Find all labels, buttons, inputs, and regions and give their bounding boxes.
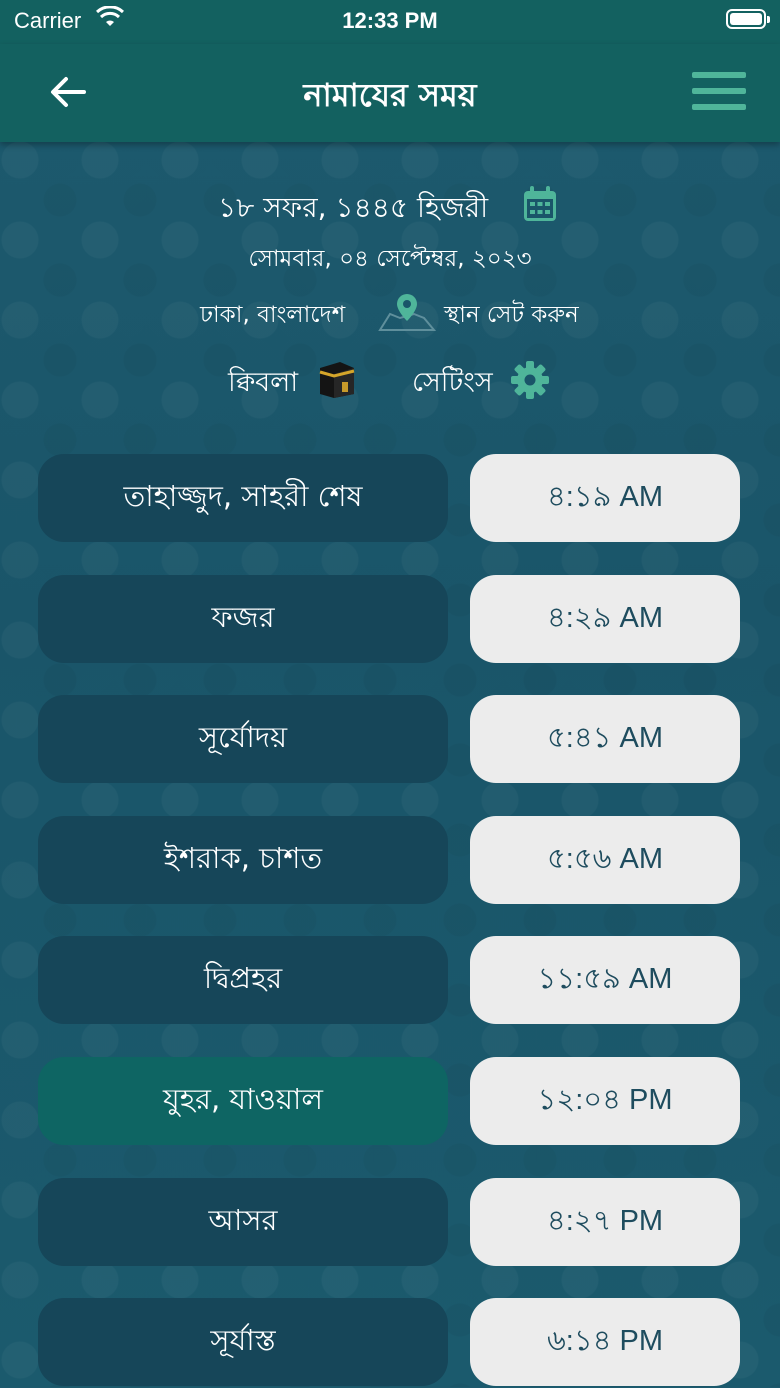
- prayer-row: আসর ৪:২৭ PM: [0, 1178, 780, 1268]
- map-pin-icon[interactable]: [378, 290, 437, 336]
- kaaba-icon[interactable]: [316, 358, 358, 404]
- prayer-row: ইশরাক, চাশত ৫:৫৬ AM: [0, 816, 780, 906]
- prayer-name[interactable]: ইশরাক, চাশত: [38, 816, 448, 904]
- prayer-time[interactable]: ১২:০৪ PM: [470, 1057, 740, 1145]
- set-location-button[interactable]: স্থান সেট করুন: [444, 296, 579, 335]
- prayer-name[interactable]: যুহর, যাওয়াল: [38, 1057, 448, 1145]
- gear-icon[interactable]: [510, 360, 550, 404]
- prayer-row: তাহাজ্জুদ, সাহরী শেষ ৪:১৯ AM: [0, 454, 780, 544]
- battery-icon: [726, 9, 770, 29]
- settings-button[interactable]: সেটিংস: [412, 362, 493, 407]
- prayer-row: দ্বিপ্রহর ১১:৫৯ AM: [0, 936, 780, 1026]
- nav-bar: নামাযের সময়: [0, 44, 780, 142]
- prayer-row: সূর্যোদয় ৫:৪১ AM: [0, 695, 780, 785]
- prayer-time[interactable]: ১১:৫৯ AM: [470, 936, 740, 1024]
- gregorian-date: সোমবার, ০৪ সেপ্টেম্বর, ২০২৩: [248, 246, 532, 272]
- status-time: 12:33 PM: [342, 8, 438, 33]
- prayer-time[interactable]: ৪:২৭ PM: [470, 1178, 740, 1266]
- qibla-button[interactable]: ক্বিবলা: [228, 362, 298, 407]
- prayer-row: সূর্যাস্ত ৬:১৪ PM: [0, 1298, 780, 1388]
- prayer-time[interactable]: ৫:৫৬ AM: [470, 816, 740, 904]
- status-bar: Carrier 12:33 PM: [0, 0, 780, 44]
- prayer-time[interactable]: ৫:৪১ AM: [470, 695, 740, 783]
- prayer-time[interactable]: ৪:২৯ AM: [470, 575, 740, 663]
- prayer-name[interactable]: সূর্যাস্ত: [38, 1298, 448, 1386]
- hamburger-menu-icon[interactable]: [692, 72, 748, 112]
- prayer-time[interactable]: ৪:১৯ AM: [470, 454, 740, 542]
- prayer-name[interactable]: সূর্যোদয়: [38, 695, 448, 783]
- prayer-name[interactable]: আসর: [38, 1178, 448, 1266]
- prayer-time[interactable]: ৬:১৪ PM: [470, 1298, 740, 1386]
- hijri-date: ১৮ সফর, ১৪৪৫ হিজরী: [218, 191, 489, 224]
- page-title: নামাযের সময়: [303, 76, 477, 114]
- location-name: ঢাকা, বাংলাদেশ: [200, 302, 346, 328]
- prayer-name[interactable]: তাহাজ্জুদ, সাহরী শেষ: [38, 454, 448, 542]
- prayer-row: ফজর ৪:২৯ AM: [0, 575, 780, 665]
- calendar-icon[interactable]: [522, 185, 558, 227]
- prayer-name[interactable]: ফজর: [38, 575, 448, 663]
- prayer-name[interactable]: দ্বিপ্রহর: [38, 936, 448, 1024]
- prayer-row-current: যুহর, যাওয়াল ১২:০৪ PM: [0, 1057, 780, 1147]
